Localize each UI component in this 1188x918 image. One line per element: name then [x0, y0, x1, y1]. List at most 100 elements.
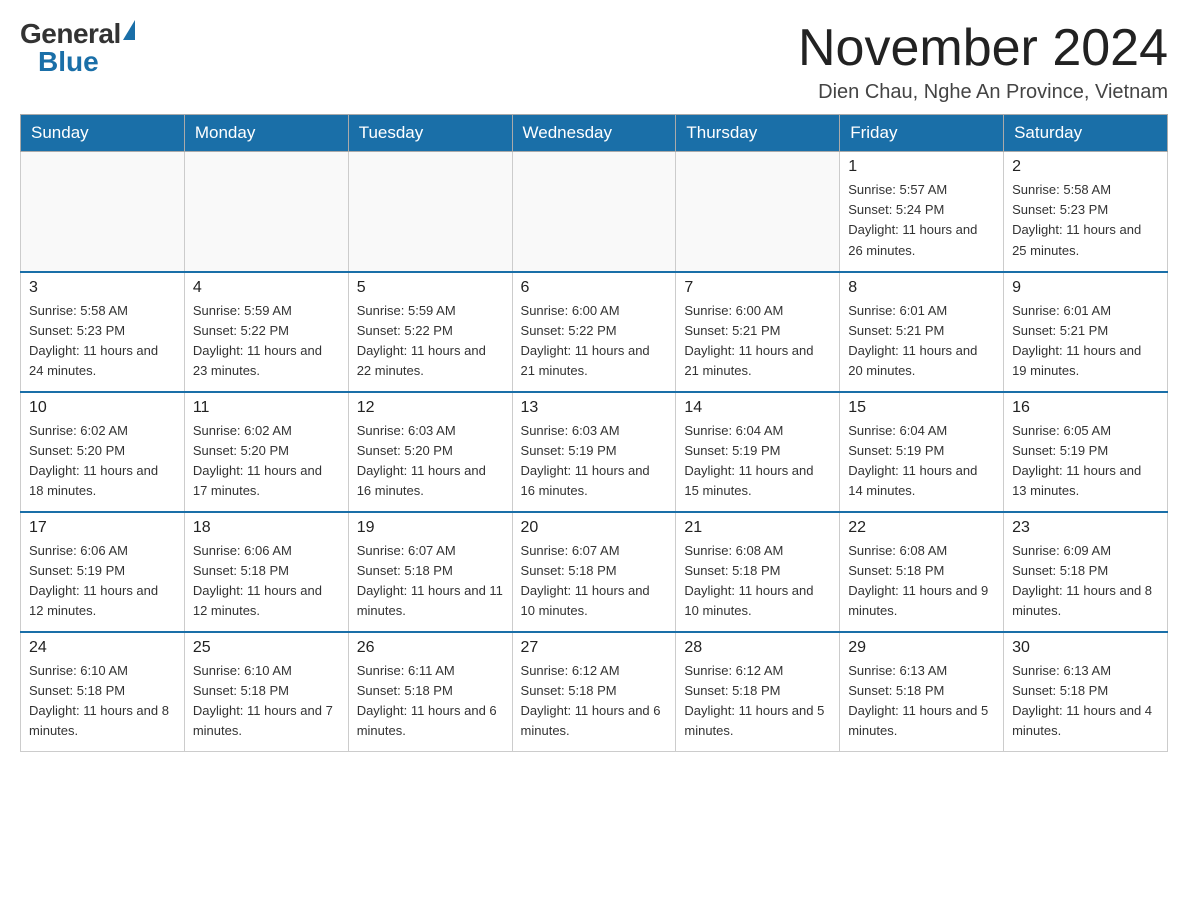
day-number: 30 [1012, 639, 1159, 657]
day-info: Sunrise: 6:01 AMSunset: 5:21 PMDaylight:… [848, 301, 995, 382]
calendar-cell: 16Sunrise: 6:05 AMSunset: 5:19 PMDayligh… [1004, 392, 1168, 512]
calendar-week-row: 24 Sunrise: 6:10 AMSunset: 5:18 PMDayligh… [21, 632, 1168, 752]
calendar-cell [348, 152, 512, 272]
day-number: 24 [29, 639, 176, 657]
day-info: Sunrise: 6:09 AMSunset: 5:18 PMDaylight:… [1012, 541, 1159, 622]
calendar-cell: 23 Sunrise: 6:09 AMSunset: 5:18 PMDayligh… [1004, 512, 1168, 632]
calendar-cell: 10 Sunrise: 6:02 AMSunset: 5:20 PMDayligh… [21, 392, 185, 512]
calendar-cell: 12 Sunrise: 6:03 AMSunset: 5:20 PMDayligh… [348, 392, 512, 512]
day-info: Sunrise: 6:00 AMSunset: 5:21 PMDaylight:… [684, 301, 831, 382]
calendar-cell: 22 Sunrise: 6:08 AMSunset: 5:18 PMDayligh… [840, 512, 1004, 632]
calendar-week-row: 1 Sunrise: 5:57 AMSunset: 5:24 PMDaylight… [21, 152, 1168, 272]
weekday-header-tuesday: Tuesday [348, 115, 512, 152]
day-info: Sunrise: 6:00 AMSunset: 5:22 PMDaylight:… [521, 301, 668, 382]
calendar-cell [184, 152, 348, 272]
day-info: Sunrise: 5:58 AMSunset: 5:23 PMDaylight:… [29, 301, 176, 382]
day-number: 18 [193, 519, 340, 537]
calendar-cell: 2Sunrise: 5:58 AMSunset: 5:23 PMDaylight… [1004, 152, 1168, 272]
day-number: 13 [521, 399, 668, 417]
calendar-week-row: 10 Sunrise: 6:02 AMSunset: 5:20 PMDayligh… [21, 392, 1168, 512]
weekday-header-wednesday: Wednesday [512, 115, 676, 152]
calendar-cell: 18 Sunrise: 6:06 AMSunset: 5:18 PMDayligh… [184, 512, 348, 632]
day-info: Sunrise: 6:12 AMSunset: 5:18 PMDaylight:… [684, 661, 831, 742]
weekday-header-friday: Friday [840, 115, 1004, 152]
logo-general-text: General [20, 20, 121, 48]
day-number: 12 [357, 399, 504, 417]
day-number: 7 [684, 279, 831, 297]
calendar-cell: 30 Sunrise: 6:13 AMSunset: 5:18 PMDayligh… [1004, 632, 1168, 752]
day-number: 27 [521, 639, 668, 657]
weekday-header-thursday: Thursday [676, 115, 840, 152]
day-info: Sunrise: 6:01 AMSunset: 5:21 PMDaylight:… [1012, 301, 1159, 382]
day-number: 22 [848, 519, 995, 537]
day-info: Sunrise: 6:12 AMSunset: 5:18 PMDaylight:… [521, 661, 668, 742]
day-info: Sunrise: 6:02 AMSunset: 5:20 PMDaylight:… [29, 421, 176, 502]
calendar-cell: 27 Sunrise: 6:12 AMSunset: 5:18 PMDayligh… [512, 632, 676, 752]
calendar-cell: 5Sunrise: 5:59 AMSunset: 5:22 PMDaylight… [348, 272, 512, 392]
weekday-header-saturday: Saturday [1004, 115, 1168, 152]
day-number: 21 [684, 519, 831, 537]
calendar-cell: 4Sunrise: 5:59 AMSunset: 5:22 PMDaylight… [184, 272, 348, 392]
day-number: 26 [357, 639, 504, 657]
calendar-cell: 21 Sunrise: 6:08 AMSunset: 5:18 PMDayligh… [676, 512, 840, 632]
day-number: 5 [357, 279, 504, 297]
calendar-cell: 11 Sunrise: 6:02 AMSunset: 5:20 PMDayligh… [184, 392, 348, 512]
calendar-cell [512, 152, 676, 272]
day-number: 8 [848, 279, 995, 297]
day-number: 3 [29, 279, 176, 297]
day-number: 6 [521, 279, 668, 297]
day-number: 14 [684, 399, 831, 417]
day-info: Sunrise: 6:11 AMSunset: 5:18 PMDaylight:… [357, 661, 504, 742]
day-info: Sunrise: 5:58 AMSunset: 5:23 PMDaylight:… [1012, 180, 1159, 261]
day-info: Sunrise: 6:06 AMSunset: 5:19 PMDaylight:… [29, 541, 176, 622]
day-number: 11 [193, 399, 340, 417]
day-number: 17 [29, 519, 176, 537]
calendar-cell: 20 Sunrise: 6:07 AMSunset: 5:18 PMDayligh… [512, 512, 676, 632]
logo-triangle-icon [123, 20, 135, 40]
calendar-cell: 8 Sunrise: 6:01 AMSunset: 5:21 PMDaylight… [840, 272, 1004, 392]
day-info: Sunrise: 6:02 AMSunset: 5:20 PMDaylight:… [193, 421, 340, 502]
day-info: Sunrise: 6:06 AMSunset: 5:18 PMDaylight:… [193, 541, 340, 622]
day-number: 20 [521, 519, 668, 537]
page-header: General Blue November 2024 Dien Chau, Ng… [20, 20, 1168, 104]
calendar-cell: 26 Sunrise: 6:11 AMSunset: 5:18 PMDayligh… [348, 632, 512, 752]
day-info: Sunrise: 6:13 AMSunset: 5:18 PMDaylight:… [1012, 661, 1159, 742]
day-number: 23 [1012, 519, 1159, 537]
day-number: 4 [193, 279, 340, 297]
calendar-cell: 13 Sunrise: 6:03 AMSunset: 5:19 PMDayligh… [512, 392, 676, 512]
day-number: 1 [848, 158, 995, 176]
calendar-cell: 1 Sunrise: 5:57 AMSunset: 5:24 PMDaylight… [840, 152, 1004, 272]
calendar-table: SundayMondayTuesdayWednesdayThursdayFrid… [20, 114, 1168, 752]
day-number: 15 [848, 399, 995, 417]
day-number: 16 [1012, 399, 1159, 417]
weekday-header-monday: Monday [184, 115, 348, 152]
calendar-cell: 6 Sunrise: 6:00 AMSunset: 5:22 PMDaylight… [512, 272, 676, 392]
day-number: 10 [29, 399, 176, 417]
day-info: Sunrise: 6:07 AMSunset: 5:18 PMDaylight:… [521, 541, 668, 622]
day-info: Sunrise: 6:13 AMSunset: 5:18 PMDaylight:… [848, 661, 995, 742]
calendar-cell: 15 Sunrise: 6:04 AMSunset: 5:19 PMDayligh… [840, 392, 1004, 512]
day-number: 29 [848, 639, 995, 657]
calendar-cell: 24 Sunrise: 6:10 AMSunset: 5:18 PMDayligh… [21, 632, 185, 752]
day-info: Sunrise: 5:57 AMSunset: 5:24 PMDaylight:… [848, 180, 995, 261]
calendar-cell [676, 152, 840, 272]
calendar-cell: 7 Sunrise: 6:00 AMSunset: 5:21 PMDaylight… [676, 272, 840, 392]
day-info: Sunrise: 6:08 AMSunset: 5:18 PMDaylight:… [848, 541, 995, 622]
day-number: 19 [357, 519, 504, 537]
calendar-week-row: 3 Sunrise: 5:58 AMSunset: 5:23 PMDaylight… [21, 272, 1168, 392]
day-number: 9 [1012, 279, 1159, 297]
calendar-week-row: 17 Sunrise: 6:06 AMSunset: 5:19 PMDayligh… [21, 512, 1168, 632]
day-info: Sunrise: 6:04 AMSunset: 5:19 PMDaylight:… [684, 421, 831, 502]
day-info: Sunrise: 6:07 AMSunset: 5:18 PMDaylight:… [357, 541, 504, 622]
day-info: Sunrise: 6:03 AMSunset: 5:19 PMDaylight:… [521, 421, 668, 502]
day-info: Sunrise: 6:10 AMSunset: 5:18 PMDaylight:… [29, 661, 176, 742]
day-number: 28 [684, 639, 831, 657]
day-info: Sunrise: 6:08 AMSunset: 5:18 PMDaylight:… [684, 541, 831, 622]
location-text: Dien Chau, Nghe An Province, Vietnam [798, 81, 1168, 104]
calendar-cell [21, 152, 185, 272]
day-info: Sunrise: 6:10 AMSunset: 5:18 PMDaylight:… [193, 661, 340, 742]
day-number: 25 [193, 639, 340, 657]
day-info: Sunrise: 6:03 AMSunset: 5:20 PMDaylight:… [357, 421, 504, 502]
day-info: Sunrise: 6:04 AMSunset: 5:19 PMDaylight:… [848, 421, 995, 502]
calendar-cell: 28 Sunrise: 6:12 AMSunset: 5:18 PMDayligh… [676, 632, 840, 752]
